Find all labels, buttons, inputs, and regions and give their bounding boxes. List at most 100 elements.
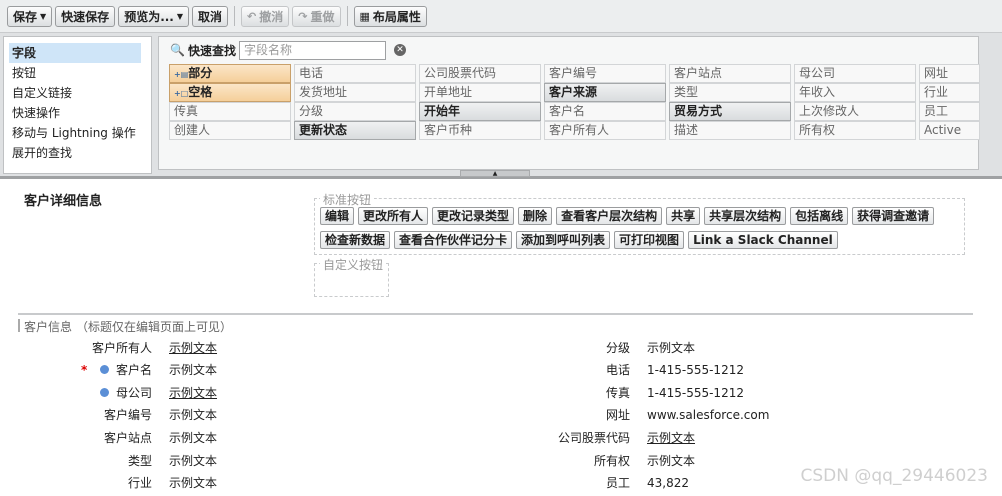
add-to-call-list-button[interactable]: 添加到呼叫列表 xyxy=(516,231,611,249)
palette-field[interactable]: 开始年 xyxy=(419,102,541,121)
palette-field[interactable]: 所有权 xyxy=(794,121,916,140)
chevron-down-icon: ▼ xyxy=(176,11,184,21)
palette-field[interactable]: 客户站点 xyxy=(669,64,791,83)
palette-field[interactable]: 贸易方式 xyxy=(669,102,791,121)
palette-categories: 字段 按钮 自定义链接 快速操作 移动与 Lightning 操作 展开的查找 xyxy=(3,36,152,174)
palette-field[interactable]: 更新状态 xyxy=(294,121,416,140)
palette-category-fields[interactable]: 字段 xyxy=(9,43,141,63)
standard-buttons-label: 标准按钮 xyxy=(320,191,375,208)
palette-category-buttons[interactable]: 按钮 xyxy=(4,63,151,83)
palette-category-expanded-lookups[interactable]: 展开的查找 xyxy=(4,143,151,163)
check-new-data-button[interactable]: 检查新数据 xyxy=(320,231,391,249)
standard-buttons-row-1: 编辑 更改所有人 更改记录类型 删除 查看客户层次结构 共享 共享层次结构 包括… xyxy=(320,207,935,225)
quick-find-input[interactable] xyxy=(238,40,386,60)
palette-field[interactable]: 客户币种 xyxy=(419,121,541,140)
field-label: 员工 xyxy=(605,476,630,490)
detail-section-title: 客户详细信息 xyxy=(24,194,103,209)
palette-field[interactable]: 类型 xyxy=(669,83,791,102)
collapse-palette-handle[interactable]: ▲ xyxy=(460,170,530,177)
palette-field[interactable]: 客户名 xyxy=(544,102,666,121)
view-partner-scorecard-button[interactable]: 查看合作伙伴记分卡 xyxy=(394,231,513,249)
undo-icon: ↶ xyxy=(247,9,257,23)
printable-view-button[interactable]: 可打印视图 xyxy=(614,231,685,249)
toolbar-separator xyxy=(234,6,236,26)
toolbar: 保存 ▼ 快速保存 预览为... ▼ 取消 ↶ 撤消 ↷ 重做 ▦ 布局属性 xyxy=(0,0,1002,33)
toolbar-separator xyxy=(346,6,348,26)
palette-field[interactable]: 描述 xyxy=(669,121,791,140)
change-record-type-button[interactable]: 更改记录类型 xyxy=(432,207,515,225)
palette-field[interactable]: Active xyxy=(919,121,980,140)
palette-field[interactable]: 年收入 xyxy=(794,83,916,102)
search-icon: 🔍 xyxy=(170,43,185,57)
section-header[interactable]: 客户信息 （标题仅在编辑页面上可见） xyxy=(18,318,232,335)
field-label: 电话 xyxy=(605,363,630,377)
save-button[interactable]: 保存 ▼ xyxy=(7,5,53,27)
field-value: 示例文本 xyxy=(647,431,696,445)
standard-buttons-row-2: 检查新数据 查看合作伙伴记分卡 添加到呼叫列表 可打印视图 Link a Sla… xyxy=(320,231,838,249)
palette-field[interactable]: 创建人 xyxy=(169,121,291,140)
palette-field[interactable]: 公司股票代码 xyxy=(419,64,541,83)
field-label: 公司股票代码 xyxy=(557,431,630,445)
palette-field[interactable]: 客户来源 xyxy=(544,83,666,102)
link-slack-channel-button[interactable]: Link a Slack Channel xyxy=(688,231,838,249)
palette-field[interactable]: 客户所有人 xyxy=(544,121,666,140)
palette-category-mobile-lightning-actions[interactable]: 移动与 Lightning 操作 xyxy=(4,123,151,143)
field-row[interactable]: 传真 1-415-555-1212 xyxy=(0,384,800,402)
sharing-hierarchy-button[interactable]: 共享层次结构 xyxy=(704,207,787,225)
clear-search-icon[interactable]: ✕ xyxy=(393,44,406,56)
palette-field[interactable]: 开单地址 xyxy=(419,83,541,102)
section-icon: +▤ xyxy=(174,70,189,79)
field-value: 示例文本 xyxy=(647,454,696,468)
palette-field[interactable]: 上次修改人 xyxy=(794,102,916,121)
custom-buttons-label: 自定义按钮 xyxy=(320,256,387,273)
field-value: www.salesforce.com xyxy=(647,408,770,422)
palette-field[interactable]: 网址 xyxy=(919,64,980,83)
palette-field[interactable]: 发货地址 xyxy=(294,83,416,102)
share-button[interactable]: 共享 xyxy=(666,207,701,225)
cancel-button[interactable]: 取消 xyxy=(192,5,229,27)
preview-as-button[interactable]: 预览为... ▼ xyxy=(118,5,190,27)
quick-find-label: 快速查找 xyxy=(187,43,236,58)
layout-properties-button[interactable]: ▦ 布局属性 xyxy=(353,5,427,27)
quick-save-button[interactable]: 快速保存 xyxy=(55,5,116,27)
redo-icon: ↷ xyxy=(298,9,308,23)
palette-fields: +▤部分 电话 公司股票代码 客户编号 客户站点 母公司 网址 +□空格 发货地… xyxy=(169,64,980,140)
palette-field-grid: 🔍 快速查找 ✕ +▤部分 电话 公司股票代码 客户编号 客户站点 母公司 网址… xyxy=(158,36,980,170)
palette-field[interactable]: 员工 xyxy=(919,102,980,121)
palette-category-quick-actions[interactable]: 快速操作 xyxy=(4,103,151,123)
delete-button[interactable]: 删除 xyxy=(518,207,553,225)
field-row[interactable]: 分级 示例文本 xyxy=(0,339,800,357)
palette-field[interactable]: 客户编号 xyxy=(544,64,666,83)
palette-field[interactable]: 传真 xyxy=(169,102,291,121)
palette-field[interactable]: 电话 xyxy=(294,64,416,83)
palette-category-custom-links[interactable]: 自定义链接 xyxy=(4,83,151,103)
chevron-down-icon: ▼ xyxy=(40,11,47,21)
quick-find: 🔍 快速查找 ✕ xyxy=(170,38,406,62)
get-survey-invitation-button[interactable]: 获得调查邀请 xyxy=(852,207,935,225)
include-offline-button[interactable]: 包括离线 xyxy=(790,207,849,225)
field-row[interactable]: 公司股票代码 示例文本 xyxy=(0,429,800,447)
undo-button[interactable]: ↶ 撤消 xyxy=(241,5,290,27)
edit-button[interactable]: 编辑 xyxy=(320,207,355,225)
watermark: CSDN @qq_29446023 xyxy=(800,466,988,486)
section-divider xyxy=(18,313,973,315)
palette-field-blank-space[interactable]: +□空格 xyxy=(169,83,291,102)
palette-field-section[interactable]: +▤部分 xyxy=(169,64,291,83)
standard-buttons-box: 标准按钮 编辑 更改所有人 更改记录类型 删除 查看客户层次结构 共享 共享层次… xyxy=(314,191,965,255)
field-palette: 字段 按钮 自定义链接 快速操作 移动与 Lightning 操作 展开的查找 … xyxy=(0,33,1002,179)
palette-field[interactable]: 行业 xyxy=(919,83,980,102)
palette-field[interactable]: 母公司 xyxy=(794,64,916,83)
change-owner-button[interactable]: 更改所有人 xyxy=(358,207,429,225)
field-label: 所有权 xyxy=(593,454,630,468)
field-row[interactable]: 所有权 示例文本 xyxy=(0,452,800,470)
palette-field[interactable]: 分级 xyxy=(294,102,416,121)
view-account-hierarchy-button[interactable]: 查看客户层次结构 xyxy=(556,207,663,225)
blank-space-icon: +□ xyxy=(174,89,189,98)
custom-buttons-box: 自定义按钮 xyxy=(314,256,389,297)
redo-button[interactable]: ↷ 重做 xyxy=(292,5,341,27)
field-row[interactable]: 网址 www.salesforce.com xyxy=(0,406,800,424)
field-value: 示例文本 xyxy=(647,341,696,355)
field-row[interactable]: 员工 43,822 xyxy=(0,474,800,492)
drag-handle-icon xyxy=(18,319,20,332)
field-row[interactable]: 电话 1-415-555-1212 xyxy=(0,361,800,379)
